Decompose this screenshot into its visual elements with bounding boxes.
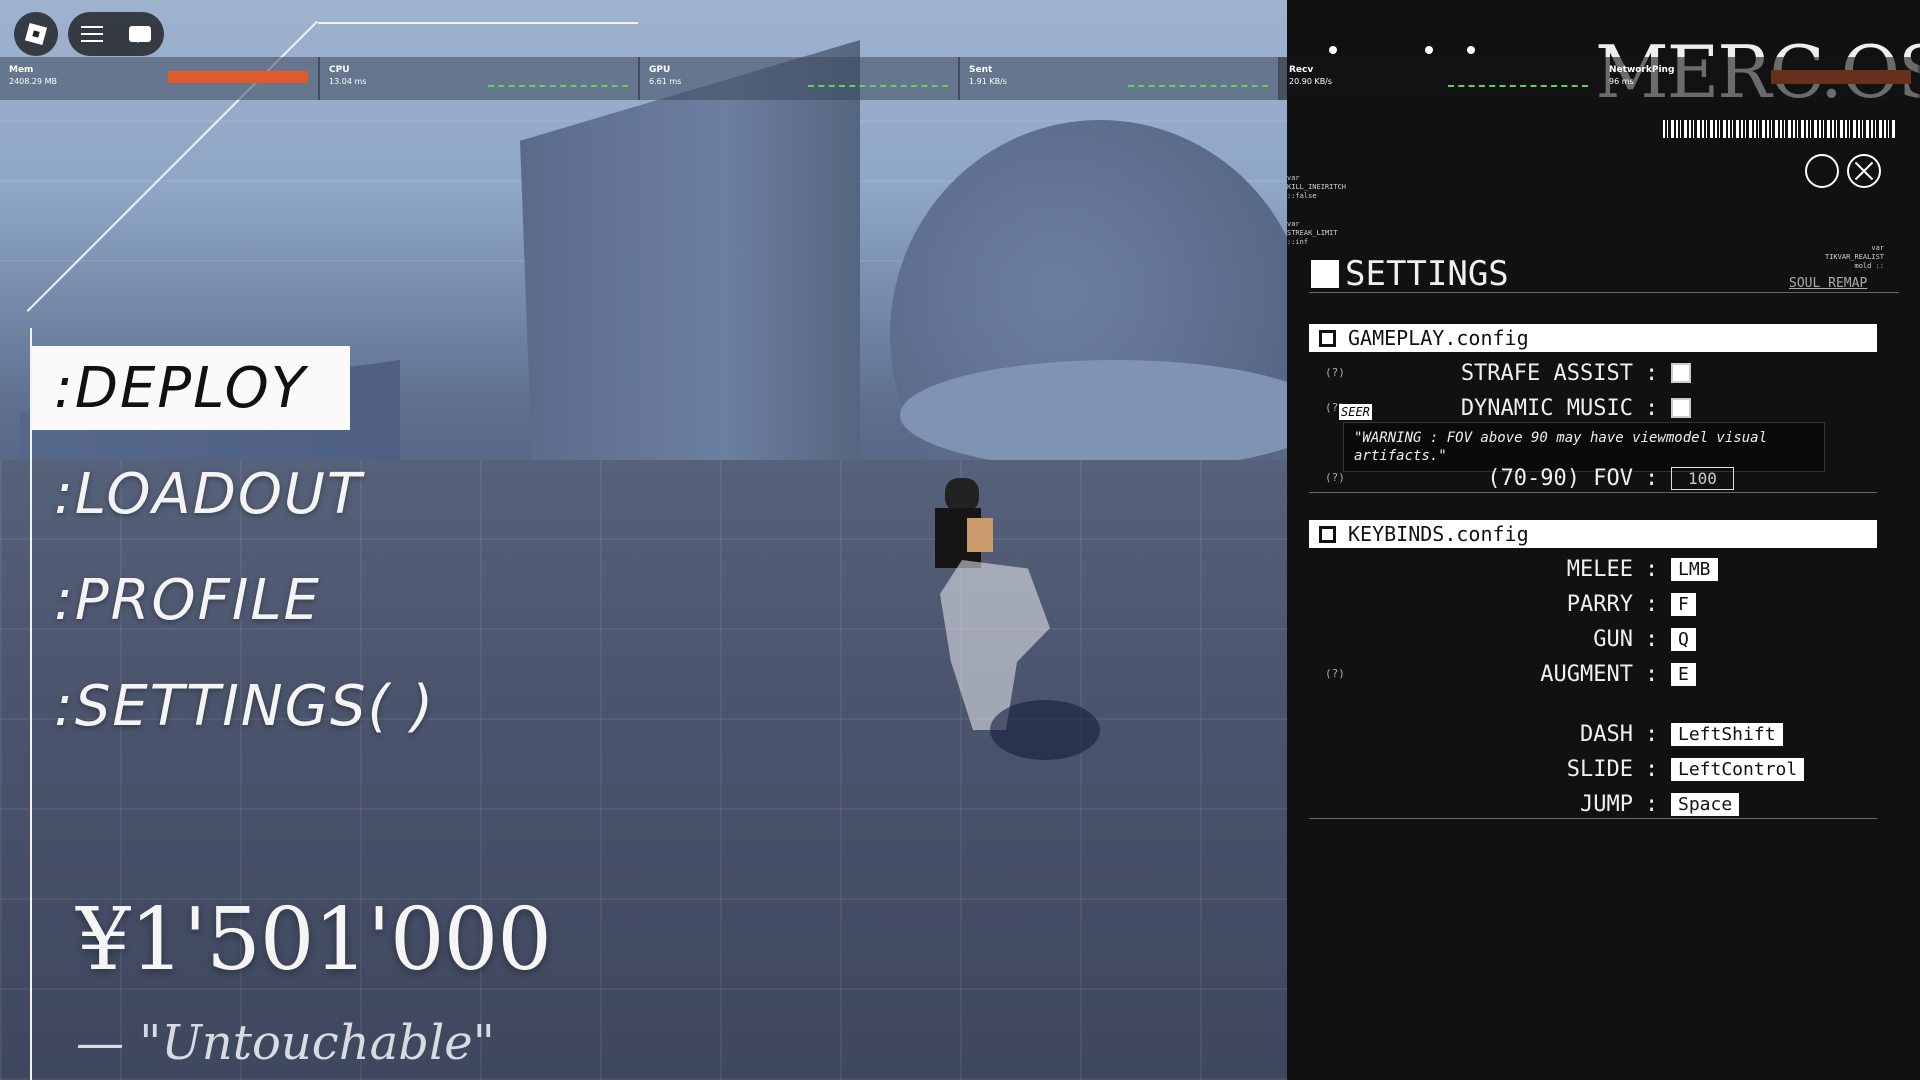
var-kill: var KILL_INEIRITCH ::false (1287, 174, 1347, 200)
roblox-topbar (14, 12, 164, 56)
barcode-decor (1663, 120, 1895, 138)
stat-mem: Mem 2408.29 MB (0, 57, 320, 100)
dot-1 (1329, 46, 1337, 54)
keybind-slide[interactable]: LeftControl (1671, 757, 1805, 781)
menu-loadout[interactable]: :LOADOUT (32, 452, 435, 536)
keybind-row: DASH : LeftShift (1363, 719, 1783, 749)
title-block-icon (1311, 260, 1339, 288)
character-shadow (990, 700, 1100, 760)
strafe-assist-row: STRAFE ASSIST : (1363, 358, 1691, 388)
keybind-melee[interactable]: LMB (1671, 557, 1718, 581)
dynamic-music-row: DYNAMIC MUSIC : (1363, 393, 1691, 423)
help-icon[interactable]: (?) (1325, 366, 1345, 379)
roblox-menu-button[interactable] (14, 12, 58, 56)
stat-cpu: CPU 13.04 ms (320, 57, 640, 100)
strafe-assist-label: STRAFE ASSIST (1460, 360, 1633, 386)
cpu-graph (488, 79, 628, 87)
main-menu: :DEPLOY :LOADOUT :PROFILE :SETTINGS( ) (32, 346, 435, 770)
var-tikvar: var TIKVAR_REALIST mold :: (1825, 244, 1885, 270)
circle-icon[interactable] (1805, 154, 1839, 188)
mem-bar (168, 71, 308, 83)
roblox-pill (68, 12, 164, 56)
stat-recv: Recv 20.90 KB/s (1280, 57, 1600, 100)
stat-ping: NetworkPing 96 ms (1600, 57, 1920, 100)
keybind-gun[interactable]: Q (1671, 627, 1696, 651)
frame-line-top (318, 22, 638, 24)
settings-heading: SETTINGS (1311, 254, 1509, 294)
soul-remap-link[interactable]: SOUL REMAP (1789, 276, 1867, 291)
game-viewport: :DEPLOY :LOADOUT :PROFILE :SETTINGS( ) ¥… (0, 0, 1287, 1080)
gpu-graph (808, 79, 948, 87)
performance-stats-bar: Mem 2408.29 MB CPU 13.04 ms GPU 6.61 ms Sen… (0, 57, 1920, 100)
strafe-assist-checkbox[interactable] (1671, 363, 1691, 383)
settings-panel: MERC.OS var KILL_INEIRITCH ::false var S… (1287, 0, 1920, 1080)
dot-3 (1467, 46, 1475, 54)
keybind-parry[interactable]: F (1671, 592, 1696, 616)
dot-2 (1425, 46, 1433, 54)
keybinds-section-header[interactable]: KEYBINDS.config (1309, 520, 1877, 548)
keybind-row: PARRY : F (1363, 589, 1696, 619)
menu-deploy[interactable]: :DEPLOY (32, 346, 350, 430)
seer-tag: SEER (1339, 404, 1372, 420)
section-checkbox-icon (1319, 329, 1336, 347)
fov-label: (70-90) FOV (1487, 465, 1633, 491)
section-checkbox-icon (1319, 525, 1336, 543)
chat-icon[interactable] (129, 26, 151, 43)
keybinds-divider (1309, 818, 1877, 819)
stat-gpu: GPU 6.61 ms (640, 57, 960, 100)
keybind-jump[interactable]: Space (1671, 792, 1740, 816)
help-icon[interactable]: (?) (1325, 471, 1345, 484)
keybind-row: SLIDE : LeftControl (1363, 754, 1805, 784)
keybind-row: MELEE : LMB (1363, 554, 1718, 584)
stat-sent: Sent 1.91 KB/s (960, 57, 1280, 100)
player-title: — "Untouchable" (76, 1015, 495, 1071)
gameplay-section-header[interactable]: GAMEPLAY.config (1309, 324, 1877, 352)
recv-graph (1448, 79, 1588, 87)
keybind-row: AUGMENT : E (1363, 659, 1696, 689)
fov-input[interactable]: 100 (1671, 466, 1734, 490)
sent-graph (1128, 79, 1268, 87)
keybind-dash[interactable]: LeftShift (1671, 722, 1783, 746)
dynamic-music-label: DYNAMIC MUSIC (1460, 395, 1633, 421)
keybind-row: GUN : Q (1363, 624, 1696, 654)
keybind-row: JUMP : Space (1363, 789, 1740, 819)
fov-row: (70-90) FOV : 100 (1363, 463, 1734, 493)
var-streak: var STREAK_LIMIT ::inf (1287, 220, 1338, 246)
keybind-augment[interactable]: E (1671, 662, 1696, 686)
menu-settings[interactable]: :SETTINGS( ) (32, 664, 435, 748)
title-divider (1309, 292, 1899, 293)
menu-profile[interactable]: :PROFILE (32, 558, 435, 642)
roblox-logo-icon (24, 22, 48, 46)
close-circle-icon[interactable] (1847, 154, 1881, 188)
gameplay-divider (1309, 492, 1877, 493)
help-icon[interactable]: (?) (1325, 667, 1345, 680)
currency-amount: ¥1'501'000 (76, 890, 552, 990)
dynamic-music-checkbox[interactable] (1671, 398, 1691, 418)
hamburger-icon[interactable] (81, 26, 103, 42)
